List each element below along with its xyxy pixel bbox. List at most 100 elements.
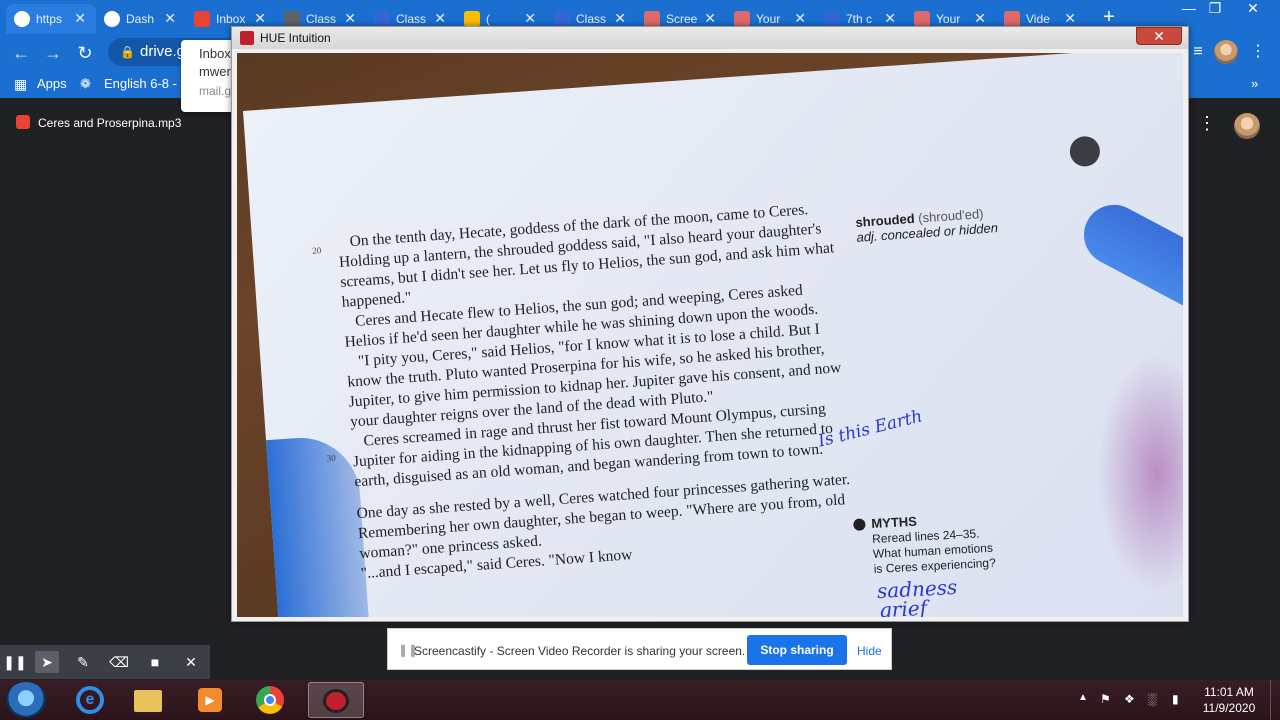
line-number: 20: [311, 245, 322, 256]
clock-time: 11:01 AM: [1204, 685, 1254, 699]
profile-avatar[interactable]: [1214, 40, 1238, 64]
restore-icon[interactable]: ❐: [1200, 0, 1230, 20]
screencastify-icon: [914, 11, 930, 27]
sharing-message: Screencastify - Screen Video Recorder is…: [414, 644, 746, 658]
myths-badge-icon: [853, 518, 866, 531]
camera-icon[interactable]: ■: [143, 651, 167, 673]
tab-close-icon[interactable]: ✕: [74, 10, 86, 27]
screen-sharing-banner: ❚❚ Screencastify - Screen Video Recorder…: [387, 628, 892, 670]
tab-close-icon[interactable]: ✕: [254, 10, 266, 27]
tab-dashboard[interactable]: Dash ✕: [96, 4, 186, 34]
apps-grid-icon[interactable]: ▦: [14, 76, 27, 93]
tab-label: Your: [756, 12, 781, 26]
more-bookmarks-icon[interactable]: »: [1251, 76, 1258, 91]
myths-heading: MYTHS: [870, 513, 918, 532]
forward-icon[interactable]: →: [42, 42, 64, 64]
windows-taskbar: e ▶ ▲ ⚑ ❖ ░ ▮ 11:01 AM 11/9/2020: [0, 680, 1280, 720]
google-icon: [104, 11, 120, 27]
cursor-icon[interactable]: ➤: [35, 651, 59, 673]
tab-label: Class: [306, 12, 337, 26]
reload-icon[interactable]: ↻: [74, 42, 96, 64]
tab-close-icon[interactable]: ✕: [1064, 10, 1076, 27]
pause-icon[interactable]: ❚❚: [3, 651, 27, 673]
tab-label: Inbox: [216, 12, 246, 26]
file-explorer-icon[interactable]: [120, 682, 176, 718]
tab-close-icon[interactable]: ✕: [704, 10, 716, 27]
show-desktop-button[interactable]: [1270, 680, 1280, 720]
stop-sharing-button[interactable]: Stop sharing: [747, 635, 847, 665]
tab-label: Vide: [1026, 12, 1050, 26]
tab-https[interactable]: https ✕: [6, 4, 96, 34]
tab-label: (: [486, 12, 490, 26]
tray-expand-icon[interactable]: ▲: [1078, 692, 1088, 703]
tab-close-icon[interactable]: ✕: [524, 10, 536, 27]
media-player-icon[interactable]: ▶: [182, 682, 238, 718]
tab-label: Scree: [666, 12, 698, 26]
tab-close-icon[interactable]: ✕: [344, 10, 356, 27]
account-avatar[interactable]: [1234, 113, 1260, 139]
camera-feed: 20 30 On the tenth day, Hecate, goddess …: [237, 53, 1183, 617]
story-text: 20 30 On the tenth day, Hecate, goddess …: [312, 198, 860, 584]
hide-button[interactable]: Hide: [857, 644, 882, 658]
hue-intuition-window: HUE Intuition ✕ 20 30 On the tenth day, …: [231, 26, 1189, 622]
new-tab-button[interactable]: +: [1098, 6, 1120, 28]
menu-icon[interactable]: ⋮: [1246, 40, 1270, 64]
pen-icon[interactable]: ✎: [71, 651, 95, 673]
system-clock[interactable]: 11:01 AM 11/9/2020: [1196, 684, 1262, 716]
tab-label: 7th c: [846, 12, 873, 26]
handwritten-answer: grief: [878, 595, 928, 617]
eraser-icon[interactable]: ⌫: [107, 651, 131, 673]
dropbox-icon[interactable]: ❖: [1124, 692, 1135, 706]
classroom-icon: [554, 11, 570, 27]
tab-favicon-icon: [14, 11, 30, 27]
tab-close-icon[interactable]: ✕: [164, 10, 176, 27]
close-icon[interactable]: ✕: [179, 651, 203, 673]
security-flag-icon[interactable]: ⚑: [1100, 692, 1111, 706]
hand-blur: [1097, 353, 1183, 593]
chrome-icon[interactable]: [242, 682, 298, 718]
hue-title-bar[interactable]: HUE Intuition ✕: [232, 27, 1188, 49]
screencastify-icon: [734, 11, 750, 27]
hue-app-icon: [240, 31, 254, 45]
network-icon[interactable]: ░: [1148, 692, 1157, 706]
clock-date: 11/9/2020: [1202, 701, 1256, 715]
screencastify-icon: [644, 11, 660, 27]
back-icon[interactable]: ←: [10, 42, 32, 64]
extension-icon[interactable]: ≡: [1186, 40, 1210, 64]
classroom-icon: [284, 11, 300, 27]
tab-close-icon[interactable]: ✕: [434, 10, 446, 27]
ie-icon[interactable]: e: [62, 682, 118, 718]
gmail-icon: [194, 11, 210, 27]
tab-label: Class: [576, 12, 607, 26]
url-text: drive.g: [140, 43, 186, 60]
more-options-icon[interactable]: ⋮: [1198, 113, 1216, 134]
bookmark-folder-icon: ❁: [80, 76, 91, 91]
tab-label: Your: [936, 12, 961, 26]
line-number: 30: [326, 452, 337, 464]
tab-label: https: [36, 12, 63, 26]
tab-close-icon[interactable]: ✕: [614, 10, 626, 27]
start-button[interactable]: [6, 682, 46, 718]
lock-icon: 🔒: [120, 45, 135, 59]
myths-sidebar: MYTHS Reread lines 24–35. What human emo…: [853, 508, 1026, 578]
page-hole: [1068, 135, 1101, 168]
window-close-icon[interactable]: ✕: [1238, 0, 1268, 20]
tab-close-icon[interactable]: ✕: [974, 10, 986, 27]
bookmark-english[interactable]: English 6-8 - 7: [104, 76, 188, 91]
classroom-icon: [824, 11, 840, 27]
tab-close-icon[interactable]: ✕: [794, 10, 806, 27]
drive-icon: [464, 11, 480, 27]
tab-label: Dash: [126, 12, 155, 26]
tab-label: Class: [396, 12, 427, 26]
hue-camera-icon[interactable]: [308, 682, 364, 718]
hue-close-button[interactable]: ✕: [1136, 27, 1182, 45]
audio-file-icon: [16, 115, 30, 129]
file-name: Ceres and Proserpina.mp3: [38, 116, 182, 130]
screencastify-toolbar: ❚❚ ➤ ✎ ⌫ ■ ✕: [0, 645, 210, 679]
tab-close-icon[interactable]: ✕: [884, 10, 896, 27]
battery-icon[interactable]: ▮: [1172, 692, 1179, 706]
classroom-icon: [374, 11, 390, 27]
bookmark-apps[interactable]: Apps: [37, 76, 67, 91]
hue-window-title: HUE Intuition: [260, 31, 331, 45]
screencastify-icon: [1004, 11, 1020, 27]
